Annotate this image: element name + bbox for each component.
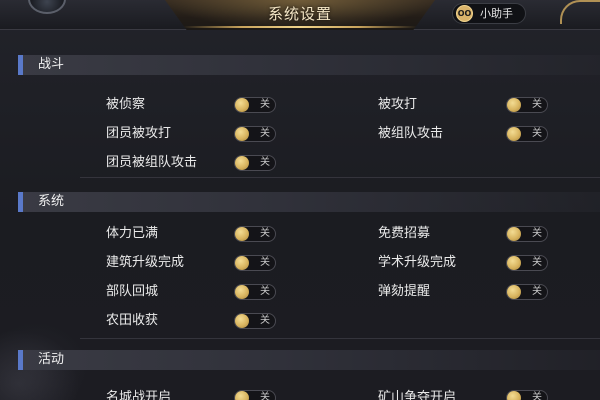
section-title-system: 系统 xyxy=(38,194,65,209)
label-team-attacked: 被组队攻击 xyxy=(378,126,444,141)
toggle-state-text: 关 xyxy=(260,392,270,400)
assistant-button[interactable]: OO 小助手 xyxy=(452,3,526,24)
toggle-knob xyxy=(235,127,249,141)
label-member-team-attacked: 团员被组队攻击 xyxy=(106,155,198,170)
section-accent-bar xyxy=(18,192,23,212)
toggle-state-text: 关 xyxy=(532,99,542,110)
toggle-knob xyxy=(507,227,521,241)
toggle-knob xyxy=(507,391,521,400)
toggle-member-team-attacked[interactable]: 关 xyxy=(234,155,276,171)
section-accent-bar xyxy=(18,350,23,370)
toggle-knob xyxy=(507,256,521,270)
toggle-state-text: 关 xyxy=(260,128,270,139)
toggle-knob xyxy=(235,314,249,328)
toggle-impeach-reminder[interactable]: 关 xyxy=(506,284,548,300)
toggle-state-text: 关 xyxy=(260,157,270,168)
toggle-state-text: 关 xyxy=(532,257,542,268)
assistant-owl-icon: OO xyxy=(456,5,473,22)
section-title-combat: 战斗 xyxy=(38,57,65,72)
section-header-events: 活动 xyxy=(18,350,600,370)
label-scouted: 被侦察 xyxy=(106,97,146,112)
page-title: 系统设置 xyxy=(267,5,332,23)
toggle-state-text: 关 xyxy=(532,286,542,297)
label-research-upgrade: 学术升级完成 xyxy=(378,255,457,270)
toggle-knob xyxy=(507,98,521,112)
section-header-combat: 战斗 xyxy=(18,55,600,75)
label-city-war-start: 名城战开启 xyxy=(106,390,172,400)
label-troops-return: 部队回城 xyxy=(106,284,159,299)
toggle-attacked[interactable]: 关 xyxy=(506,97,548,113)
toggle-mine-contest-start[interactable]: 关 xyxy=(506,390,548,400)
toggle-knob xyxy=(507,127,521,141)
toggle-knob xyxy=(235,227,249,241)
toggle-state-text: 关 xyxy=(260,257,270,268)
toggle-state-text: 关 xyxy=(532,228,542,239)
toggle-research-upgrade[interactable]: 关 xyxy=(506,255,548,271)
toggle-member-attacked[interactable]: 关 xyxy=(234,126,276,142)
label-mine-contest-start: 矿山争夺开启 xyxy=(378,390,457,400)
back-icon: ❖ xyxy=(42,0,52,3)
toggle-free-recruit[interactable]: 关 xyxy=(506,226,548,242)
label-farm-harvest: 农田收获 xyxy=(106,313,159,328)
toggle-city-war-start[interactable]: 关 xyxy=(234,390,276,400)
toggle-building-upgrade[interactable]: 关 xyxy=(234,255,276,271)
toggle-state-text: 关 xyxy=(260,315,270,326)
label-impeach-reminder: 弹劾提醒 xyxy=(378,284,431,299)
section-divider xyxy=(80,177,600,178)
toggle-knob xyxy=(507,285,521,299)
label-member-attacked: 团员被攻打 xyxy=(106,126,172,141)
toggle-knob xyxy=(235,156,249,170)
toggle-state-text: 关 xyxy=(260,228,270,239)
toggle-stamina-full[interactable]: 关 xyxy=(234,226,276,242)
toggle-state-text: 关 xyxy=(260,286,270,297)
toggle-troops-return[interactable]: 关 xyxy=(234,284,276,300)
toggle-knob xyxy=(235,256,249,270)
toggle-team-attacked[interactable]: 关 xyxy=(506,126,548,142)
settings-screen: ❖ 系统设置 OO 小助手 战斗 被侦察 关 被攻打 关 团员被攻打 关 被组队… xyxy=(0,0,600,400)
toggle-farm-harvest[interactable]: 关 xyxy=(234,313,276,329)
toggle-scouted[interactable]: 关 xyxy=(234,97,276,113)
toggle-state-text: 关 xyxy=(260,99,270,110)
label-building-upgrade: 建筑升级完成 xyxy=(106,255,185,270)
section-divider xyxy=(80,338,600,339)
toggle-state-text: 关 xyxy=(532,392,542,400)
section-accent-bar xyxy=(18,55,23,75)
label-attacked: 被攻打 xyxy=(378,97,418,112)
toggle-knob xyxy=(235,285,249,299)
section-header-system: 系统 xyxy=(18,192,600,212)
toggle-knob xyxy=(235,98,249,112)
label-stamina-full: 体力已满 xyxy=(106,226,159,241)
assistant-label: 小助手 xyxy=(480,7,513,20)
toggle-state-text: 关 xyxy=(532,128,542,139)
section-title-events: 活动 xyxy=(38,352,65,367)
toggle-knob xyxy=(235,391,249,400)
label-free-recruit: 免费招募 xyxy=(378,226,431,241)
